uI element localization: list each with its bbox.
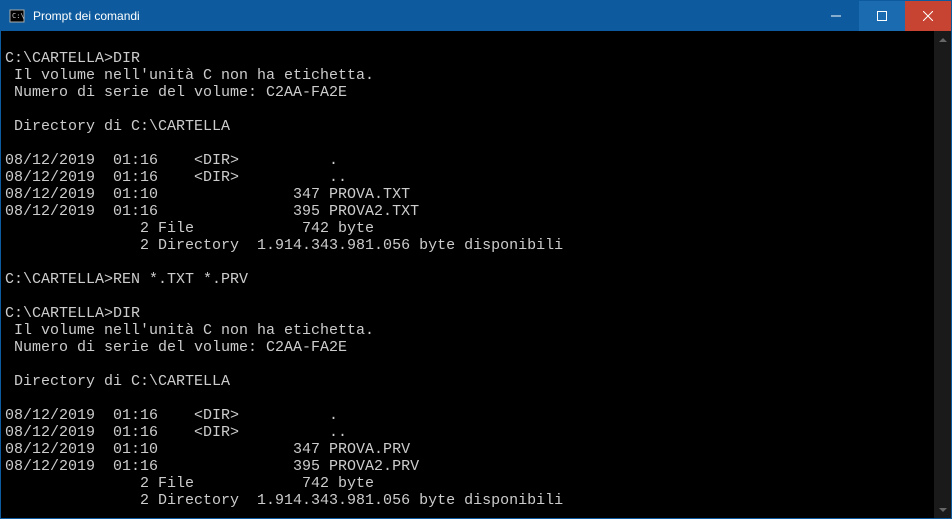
terminal-wrapper: C:\CARTELLA>DIR Il volume nell'unità C n… [1, 31, 951, 518]
svg-text:C:\: C:\ [12, 12, 25, 20]
cmd-icon: C:\ [9, 8, 25, 24]
terminal-output[interactable]: C:\CARTELLA>DIR Il volume nell'unità C n… [1, 31, 934, 518]
scroll-down-arrow[interactable] [934, 501, 951, 518]
scroll-up-arrow[interactable] [934, 31, 951, 48]
vertical-scrollbar[interactable] [934, 31, 951, 518]
close-button[interactable] [905, 1, 951, 31]
window-controls [813, 1, 951, 31]
maximize-button[interactable] [859, 1, 905, 31]
window-title: Prompt dei comandi [31, 9, 813, 23]
window-titlebar: C:\ Prompt dei comandi [1, 1, 951, 31]
minimize-button[interactable] [813, 1, 859, 31]
